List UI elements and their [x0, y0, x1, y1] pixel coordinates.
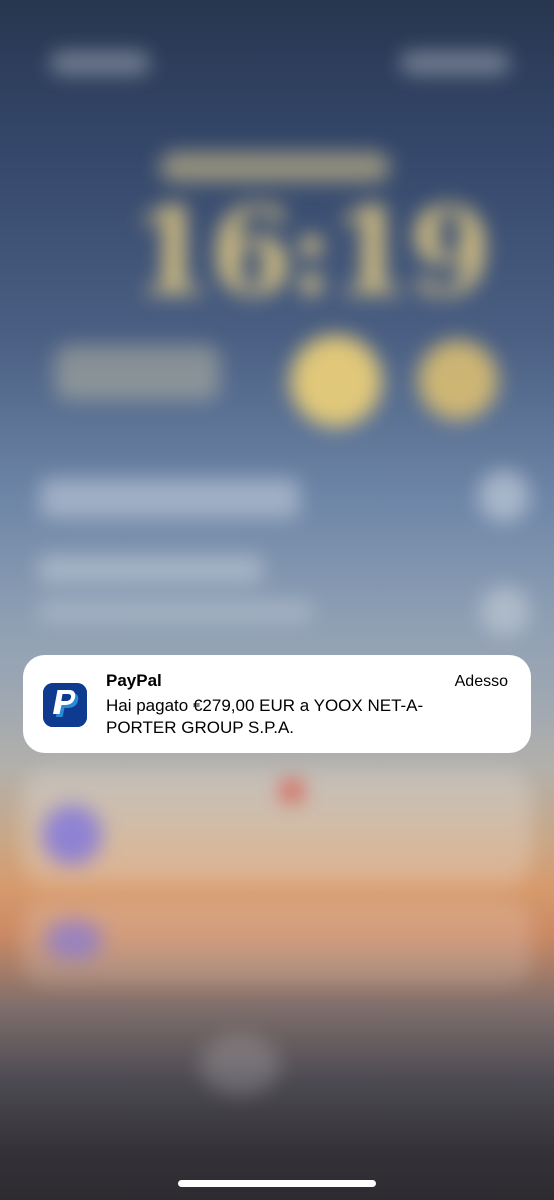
paypal-logo-icon — [43, 683, 87, 727]
home-indicator[interactable] — [178, 1180, 376, 1187]
lock-screen: 16:19 PayPal Adesso Hai pagato €279,00 E… — [0, 0, 554, 1200]
blurred-widget — [290, 335, 382, 427]
status-bar-right — [400, 52, 510, 74]
blurred-icon — [480, 585, 530, 635]
notification-timestamp: Adesso — [454, 673, 508, 690]
blurred-widget — [55, 345, 220, 400]
blurred-clear-button — [478, 470, 530, 522]
blurred-date — [160, 152, 390, 182]
blurred-widget — [418, 340, 498, 420]
blurred-clock: 16:19 — [130, 182, 492, 323]
blurred-notification-center-title — [40, 478, 300, 518]
blurred-app-icon — [42, 805, 102, 865]
paypal-notification-banner[interactable]: PayPal Adesso Hai pagato €279,00 EUR a Y… — [23, 655, 531, 753]
blurred-background: 16:19 — [0, 0, 554, 1200]
notification-app-name: PayPal — [106, 671, 162, 690]
blurred-app-icon — [45, 920, 103, 960]
notification-message: Hai pagato €279,00 EUR a YOOX NET-A-PORT… — [106, 696, 424, 737]
blurred-text — [38, 600, 313, 622]
blurred-text — [38, 555, 263, 583]
blurred-badge — [280, 780, 304, 802]
blurred-shape — [200, 1035, 280, 1095]
status-bar-left — [50, 52, 150, 74]
